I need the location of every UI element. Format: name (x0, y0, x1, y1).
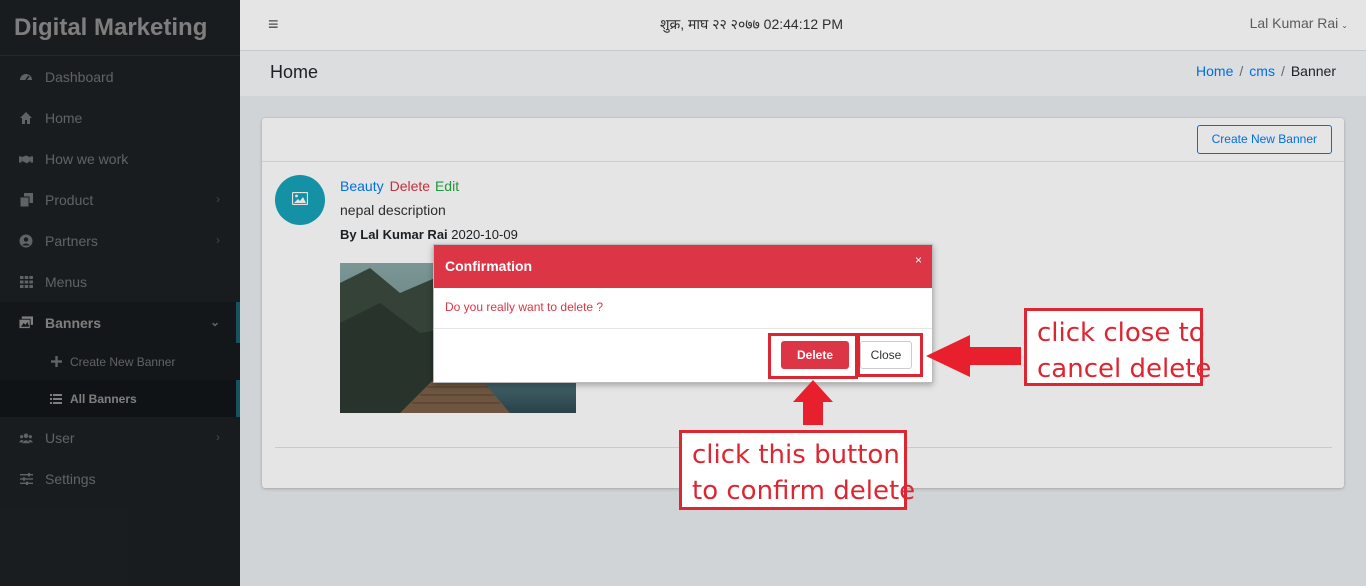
note-line: click this button (692, 440, 900, 470)
arrow-up-icon (793, 380, 833, 425)
note-line: click close to (1037, 318, 1205, 348)
arrow-left-icon (926, 335, 1021, 377)
close-instruction-note: click close to cancel delete (1024, 308, 1212, 386)
note-line: to confirm delete (692, 476, 916, 506)
delete-instruction-note: click this button to confirm delete (679, 430, 916, 510)
note-line: cancel delete (1037, 354, 1212, 384)
